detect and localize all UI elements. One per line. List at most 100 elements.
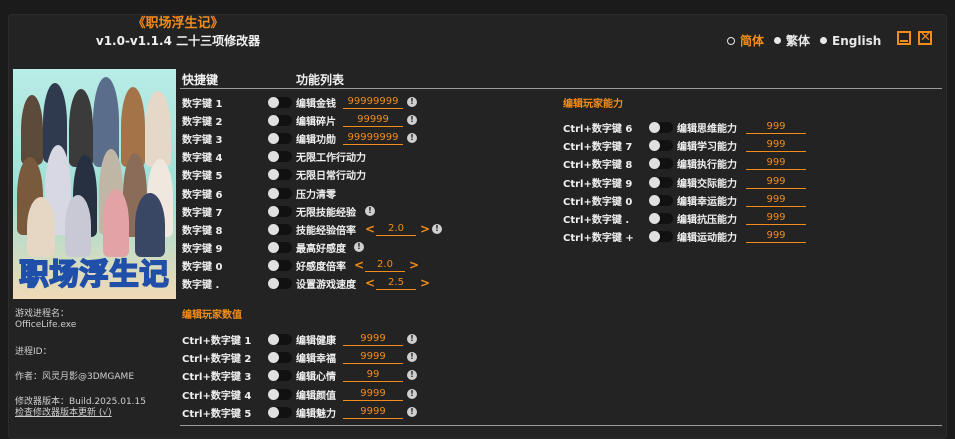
- cheat-row: Ctrl+数字键 9 编辑交际能力 999: [563, 174, 833, 191]
- toggle-switch[interactable]: [268, 370, 292, 382]
- value-input[interactable]: 99999999: [343, 95, 403, 109]
- hotkey-label: 数字键 .: [182, 280, 220, 291]
- toggle-switch[interactable]: [268, 151, 292, 163]
- feature-label: 编辑抗压能力: [677, 215, 737, 226]
- value-input[interactable]: 999: [746, 193, 806, 207]
- minimize-button[interactable]: [897, 31, 911, 45]
- radio-icon: [774, 37, 782, 44]
- value-input[interactable]: 999: [746, 120, 806, 134]
- feature-label: 编辑魅力: [296, 408, 336, 420]
- exclamation-circle-icon[interactable]: !: [407, 133, 417, 144]
- feature-label: 编辑思维能力: [677, 124, 737, 135]
- hotkey-label: Ctrl+数字键 0: [563, 196, 633, 208]
- toggle-switch[interactable]: [268, 133, 292, 145]
- hotkey-label: Ctrl+数字键 9: [563, 178, 633, 190]
- toggle-switch[interactable]: [649, 140, 673, 152]
- radio-icon: [820, 37, 828, 44]
- lang-option-simplified[interactable]: 简体: [727, 32, 764, 49]
- hotkey-column-header: 快捷键: [182, 73, 219, 87]
- exclamation-circle-icon[interactable]: !: [407, 97, 417, 107]
- update-link[interactable]: 检查修改器版本更新 (√): [15, 408, 112, 419]
- cheat-row: Ctrl+数字键 4 编辑颜值 9999!: [182, 386, 542, 403]
- close-icon: ✕: [920, 30, 931, 45]
- value-input[interactable]: 99: [343, 368, 403, 383]
- cheat-row: 数字键 0 好感度倍率 <2.0 >: [182, 257, 542, 274]
- cheat-row: Ctrl+数字键 6 编辑思维能力 999: [563, 119, 833, 136]
- decrease-arrow[interactable]: <: [365, 275, 375, 291]
- exclamation-circle-icon[interactable]: !: [407, 388, 417, 399]
- hotkey-label: 数字键 5: [182, 171, 223, 183]
- toggle-switch[interactable]: [268, 115, 292, 127]
- toggle-switch[interactable]: [649, 194, 673, 206]
- value-input[interactable]: 9999: [343, 350, 403, 365]
- feature-label: 编辑幸运能力: [677, 196, 737, 208]
- toggle-switch[interactable]: [268, 352, 292, 364]
- value-input[interactable]: 9999: [343, 387, 403, 401]
- value-input[interactable]: 999: [746, 156, 806, 171]
- exclamation-circle-icon[interactable]: !: [407, 352, 417, 363]
- exclamation-circle-icon[interactable]: !: [354, 241, 364, 252]
- cheat-row: Ctrl+数字键 5 编辑魅力 9999!: [182, 404, 542, 421]
- toggle-switch[interactable]: [268, 223, 292, 235]
- value-input[interactable]: 999: [746, 229, 806, 244]
- toggle-switch[interactable]: [649, 231, 673, 243]
- hotkey-label: Ctrl+数字键 1: [182, 336, 252, 347]
- exclamation-circle-icon[interactable]: !: [407, 334, 417, 344]
- value-input[interactable]: 99999: [343, 113, 403, 128]
- value-input[interactable]: 999: [746, 138, 806, 153]
- toggle-switch[interactable]: [649, 122, 673, 133]
- hotkey-label: Ctrl+数字键 3: [182, 372, 252, 384]
- exclamation-circle-icon[interactable]: !: [407, 370, 417, 381]
- hotkey-label: 数字键 8: [182, 225, 223, 237]
- increase-arrow[interactable]: >: [420, 275, 430, 291]
- hotkey-label: 数字键 0: [182, 261, 223, 273]
- toggle-switch[interactable]: [268, 388, 292, 400]
- feature-label: 最高好感度: [296, 243, 346, 255]
- feature-label: 编辑运动能力: [677, 233, 737, 245]
- toggle-switch[interactable]: [268, 241, 292, 253]
- toggle-switch[interactable]: [268, 259, 292, 271]
- hotkey-label: 数字键 7: [182, 207, 223, 219]
- feature-label: 编辑健康: [296, 336, 336, 347]
- hotkey-label: Ctrl+数字键 2: [182, 354, 252, 366]
- value-input[interactable]: 9999: [343, 405, 403, 419]
- value-input[interactable]: 2.0: [376, 222, 416, 236]
- value-input[interactable]: 9999: [343, 332, 403, 346]
- decrease-arrow[interactable]: <: [354, 257, 364, 273]
- close-button[interactable]: ✕: [918, 31, 932, 45]
- exclamation-circle-icon[interactable]: !: [365, 205, 375, 216]
- exclamation-circle-icon[interactable]: !: [407, 406, 417, 417]
- value-input[interactable]: 99999999: [343, 131, 403, 146]
- value-input[interactable]: 2.0: [365, 258, 405, 272]
- toggle-switch[interactable]: [649, 176, 673, 188]
- exclamation-circle-icon[interactable]: !: [407, 115, 417, 126]
- hotkey-label: Ctrl+数字键 .: [563, 215, 630, 226]
- hotkey-label: 数字键 9: [182, 243, 223, 255]
- toggle-switch[interactable]: [268, 205, 292, 217]
- value-input[interactable]: 999: [746, 175, 806, 189]
- decrease-arrow[interactable]: <: [365, 221, 375, 237]
- toggle-switch[interactable]: [268, 187, 292, 199]
- lang-option-traditional[interactable]: 繁体: [774, 32, 810, 49]
- toggle-switch[interactable]: [268, 169, 292, 181]
- hotkey-label: 数字键 6: [182, 189, 223, 201]
- toggle-switch[interactable]: [268, 334, 292, 345]
- value-input[interactable]: 2.5: [376, 276, 416, 290]
- cheat-row: 数字键 6 压力清零: [182, 185, 542, 202]
- feature-label: 无限工作行动力: [296, 153, 366, 165]
- value-input[interactable]: 999: [746, 211, 806, 225]
- cheat-row: 数字键 2 编辑碎片 99999!: [182, 112, 542, 129]
- exclamation-circle-icon[interactable]: !: [432, 223, 442, 234]
- toggle-switch[interactable]: [649, 158, 673, 170]
- lang-option-english[interactable]: English: [820, 34, 881, 48]
- toggle-switch[interactable]: [268, 278, 292, 289]
- toggle-switch[interactable]: [649, 213, 673, 224]
- toggle-switch[interactable]: [268, 97, 292, 108]
- toggle-switch[interactable]: [268, 406, 292, 418]
- cheat-row: Ctrl+数字键 1 编辑健康 9999!: [182, 331, 542, 348]
- increase-arrow[interactable]: >: [409, 257, 419, 273]
- cheat-row: 数字键 9 最高好感度!: [182, 239, 542, 256]
- increase-arrow[interactable]: >: [420, 221, 430, 237]
- cheat-row: 数字键 1 编辑金钱 99999999!: [182, 94, 542, 111]
- feature-label: 编辑执行能力: [677, 160, 737, 172]
